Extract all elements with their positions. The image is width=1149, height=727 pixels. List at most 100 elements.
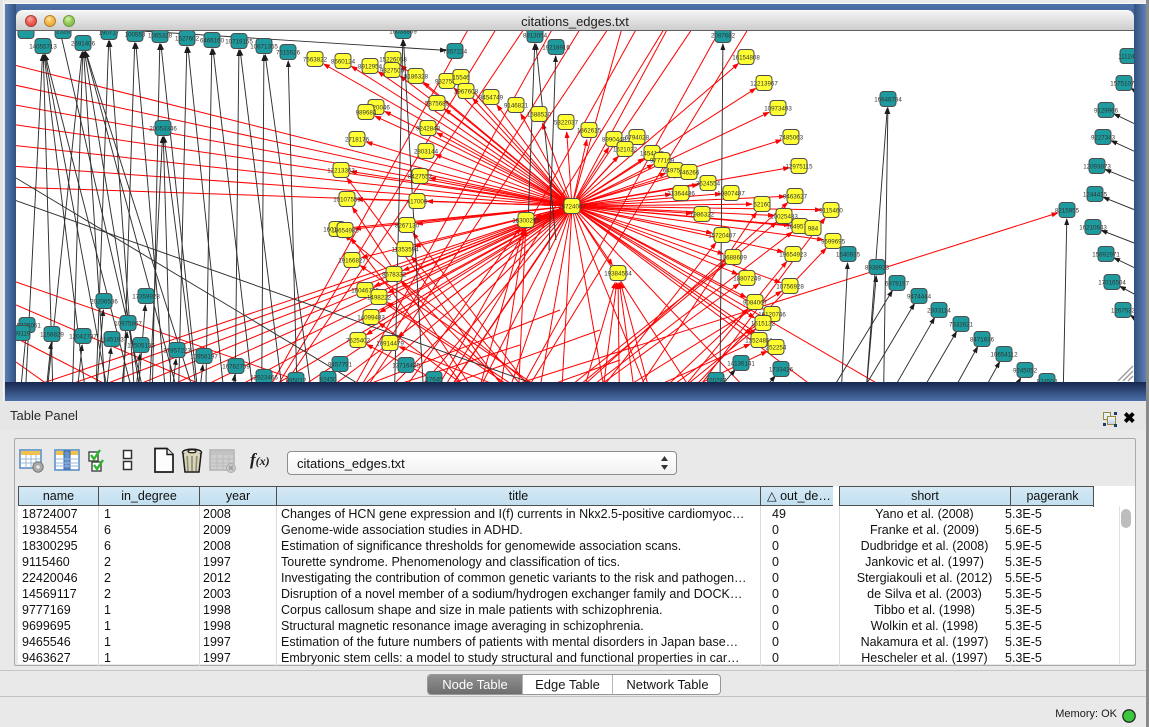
svg-text:10975867: 10975867 bbox=[114, 320, 142, 327]
svg-text:5875685: 5875685 bbox=[425, 100, 450, 107]
svg-text:9245052: 9245052 bbox=[1013, 367, 1038, 374]
svg-text:1615132: 1615132 bbox=[751, 320, 776, 327]
svg-text:11353594: 11353594 bbox=[391, 246, 419, 253]
svg-text:6794028: 6794028 bbox=[625, 134, 650, 141]
svg-text:1621022: 1621022 bbox=[613, 146, 638, 153]
svg-text:19654923: 19654923 bbox=[779, 251, 807, 258]
svg-text:8912954: 8912954 bbox=[358, 63, 383, 70]
svg-text:12213363: 12213363 bbox=[327, 167, 355, 174]
svg-text:15720407: 15720407 bbox=[708, 232, 736, 239]
svg-text:18807249: 18807249 bbox=[733, 275, 761, 282]
svg-text:2526: 2526 bbox=[56, 31, 70, 35]
svg-text:995012: 995012 bbox=[286, 377, 307, 382]
svg-text:1640935: 1640935 bbox=[836, 251, 861, 258]
svg-text:19384554: 19384554 bbox=[604, 270, 632, 277]
svg-text:9242848: 9242848 bbox=[416, 125, 441, 132]
svg-text:39119: 39119 bbox=[16, 330, 31, 337]
svg-text:8215955: 8215955 bbox=[1055, 207, 1080, 214]
svg-text:2803144: 2803144 bbox=[414, 148, 439, 155]
svg-text:10973493: 10973493 bbox=[764, 105, 792, 112]
svg-text:9227343: 9227343 bbox=[1091, 134, 1116, 141]
svg-text:17645: 17645 bbox=[425, 376, 443, 382]
svg-text:8660124: 8660124 bbox=[331, 58, 356, 65]
svg-text:15751074: 15751074 bbox=[1110, 80, 1134, 87]
svg-text:9463627: 9463627 bbox=[783, 193, 808, 200]
svg-text:19166827: 19166827 bbox=[338, 257, 366, 264]
svg-text:9699695: 9699695 bbox=[821, 238, 846, 245]
svg-text:8813054: 8813054 bbox=[523, 32, 548, 39]
svg-text:8186328: 8186328 bbox=[404, 73, 429, 80]
svg-text:9084067: 9084067 bbox=[743, 299, 768, 306]
svg-text:14099483: 14099483 bbox=[357, 314, 385, 321]
svg-text:6879197: 6879197 bbox=[885, 280, 910, 287]
svg-text:2087682: 2087682 bbox=[711, 32, 736, 39]
svg-text:16648784: 16648784 bbox=[874, 96, 902, 103]
svg-text:13716485: 13716485 bbox=[392, 362, 420, 369]
svg-text:15546: 15546 bbox=[452, 74, 470, 81]
svg-text:17359928: 17359928 bbox=[132, 293, 160, 300]
svg-text:21364436: 21364436 bbox=[667, 190, 695, 197]
svg-text:1065328: 1065328 bbox=[148, 32, 173, 39]
svg-text:16210643: 16210643 bbox=[1079, 224, 1107, 231]
svg-text:1156829: 1156829 bbox=[40, 331, 64, 338]
svg-text:14136141: 14136141 bbox=[727, 360, 755, 367]
svg-text:417006: 417006 bbox=[407, 198, 428, 205]
svg-text:1733426: 1733426 bbox=[769, 366, 794, 373]
svg-text:16033809: 16033809 bbox=[389, 31, 417, 35]
svg-text:10719155: 10719155 bbox=[225, 38, 253, 45]
svg-text:1244415: 1244415 bbox=[1083, 191, 1108, 198]
svg-text:16154808: 16154808 bbox=[732, 54, 760, 61]
svg-text:10688609: 10688609 bbox=[719, 254, 747, 261]
svg-text:12213967: 12213967 bbox=[750, 80, 778, 87]
svg-text:82450: 82450 bbox=[319, 376, 337, 382]
svg-text:19218916: 19218916 bbox=[542, 44, 570, 51]
svg-text:1588520: 1588520 bbox=[527, 111, 552, 118]
svg-text:7485063: 7485063 bbox=[779, 134, 804, 141]
svg-text:10958197: 10958197 bbox=[190, 353, 218, 360]
svg-text:9146821: 9146821 bbox=[504, 102, 529, 109]
svg-text:18300295: 18300295 bbox=[512, 217, 540, 224]
svg-text:10671355: 10671355 bbox=[250, 43, 278, 50]
svg-text:7357224: 7357224 bbox=[443, 48, 468, 55]
svg-text:17016504: 17016504 bbox=[1098, 279, 1126, 286]
svg-text:7625402: 7625402 bbox=[346, 337, 371, 344]
svg-text:111248: 111248 bbox=[1118, 53, 1134, 60]
svg-text:20206536: 20206536 bbox=[90, 298, 118, 305]
svg-text:9327505: 9327505 bbox=[380, 67, 405, 74]
svg-text:2718176: 2718176 bbox=[345, 136, 370, 143]
svg-text:120297: 120297 bbox=[706, 377, 727, 382]
svg-text:2691406: 2691406 bbox=[71, 40, 96, 47]
svg-text:18724007: 18724007 bbox=[558, 203, 586, 210]
svg-text:1498222: 1498222 bbox=[367, 294, 392, 301]
svg-text:7663822: 7663822 bbox=[303, 56, 328, 63]
svg-text:8938923: 8938923 bbox=[865, 264, 890, 271]
svg-text:14055713: 14055713 bbox=[29, 43, 57, 50]
svg-text:15692971: 15692971 bbox=[1092, 251, 1120, 258]
svg-text:3624554: 3624554 bbox=[696, 180, 721, 187]
svg-text:10756928: 10756928 bbox=[776, 283, 804, 290]
svg-text:7515526: 7515526 bbox=[276, 49, 301, 56]
svg-text:924504: 924504 bbox=[1037, 378, 1058, 382]
svg-text:1267533: 1267533 bbox=[1111, 307, 1134, 314]
svg-text:16782759: 16782759 bbox=[222, 363, 250, 370]
svg-text:7986322: 7986322 bbox=[690, 211, 715, 218]
svg-text:20053346: 20053346 bbox=[149, 125, 177, 132]
svg-text:100553: 100553 bbox=[125, 31, 146, 38]
svg-text:9115460: 9115460 bbox=[819, 207, 843, 214]
svg-text:2967608: 2967608 bbox=[454, 88, 479, 95]
svg-text:984: 984 bbox=[808, 225, 819, 232]
svg-text:252254: 252254 bbox=[766, 344, 787, 351]
svg-text:12042737: 12042737 bbox=[69, 333, 97, 340]
svg-text:9129966: 9129966 bbox=[1094, 107, 1119, 114]
svg-text:9474444: 9474444 bbox=[907, 293, 932, 300]
svg-text:7632621: 7632621 bbox=[949, 321, 974, 328]
svg-text:12093873: 12093873 bbox=[1083, 163, 1111, 170]
svg-text:989684: 989684 bbox=[356, 109, 377, 116]
svg-text:8427552: 8427552 bbox=[408, 173, 433, 180]
svg-text:17957223: 17957223 bbox=[163, 347, 191, 354]
svg-text:12923466: 12923466 bbox=[250, 374, 278, 381]
svg-text:62160: 62160 bbox=[753, 201, 771, 208]
svg-text:10107553: 10107553 bbox=[333, 196, 361, 203]
svg-text:9457791: 9457791 bbox=[328, 361, 353, 368]
svg-text:1362615: 1362615 bbox=[577, 127, 602, 134]
